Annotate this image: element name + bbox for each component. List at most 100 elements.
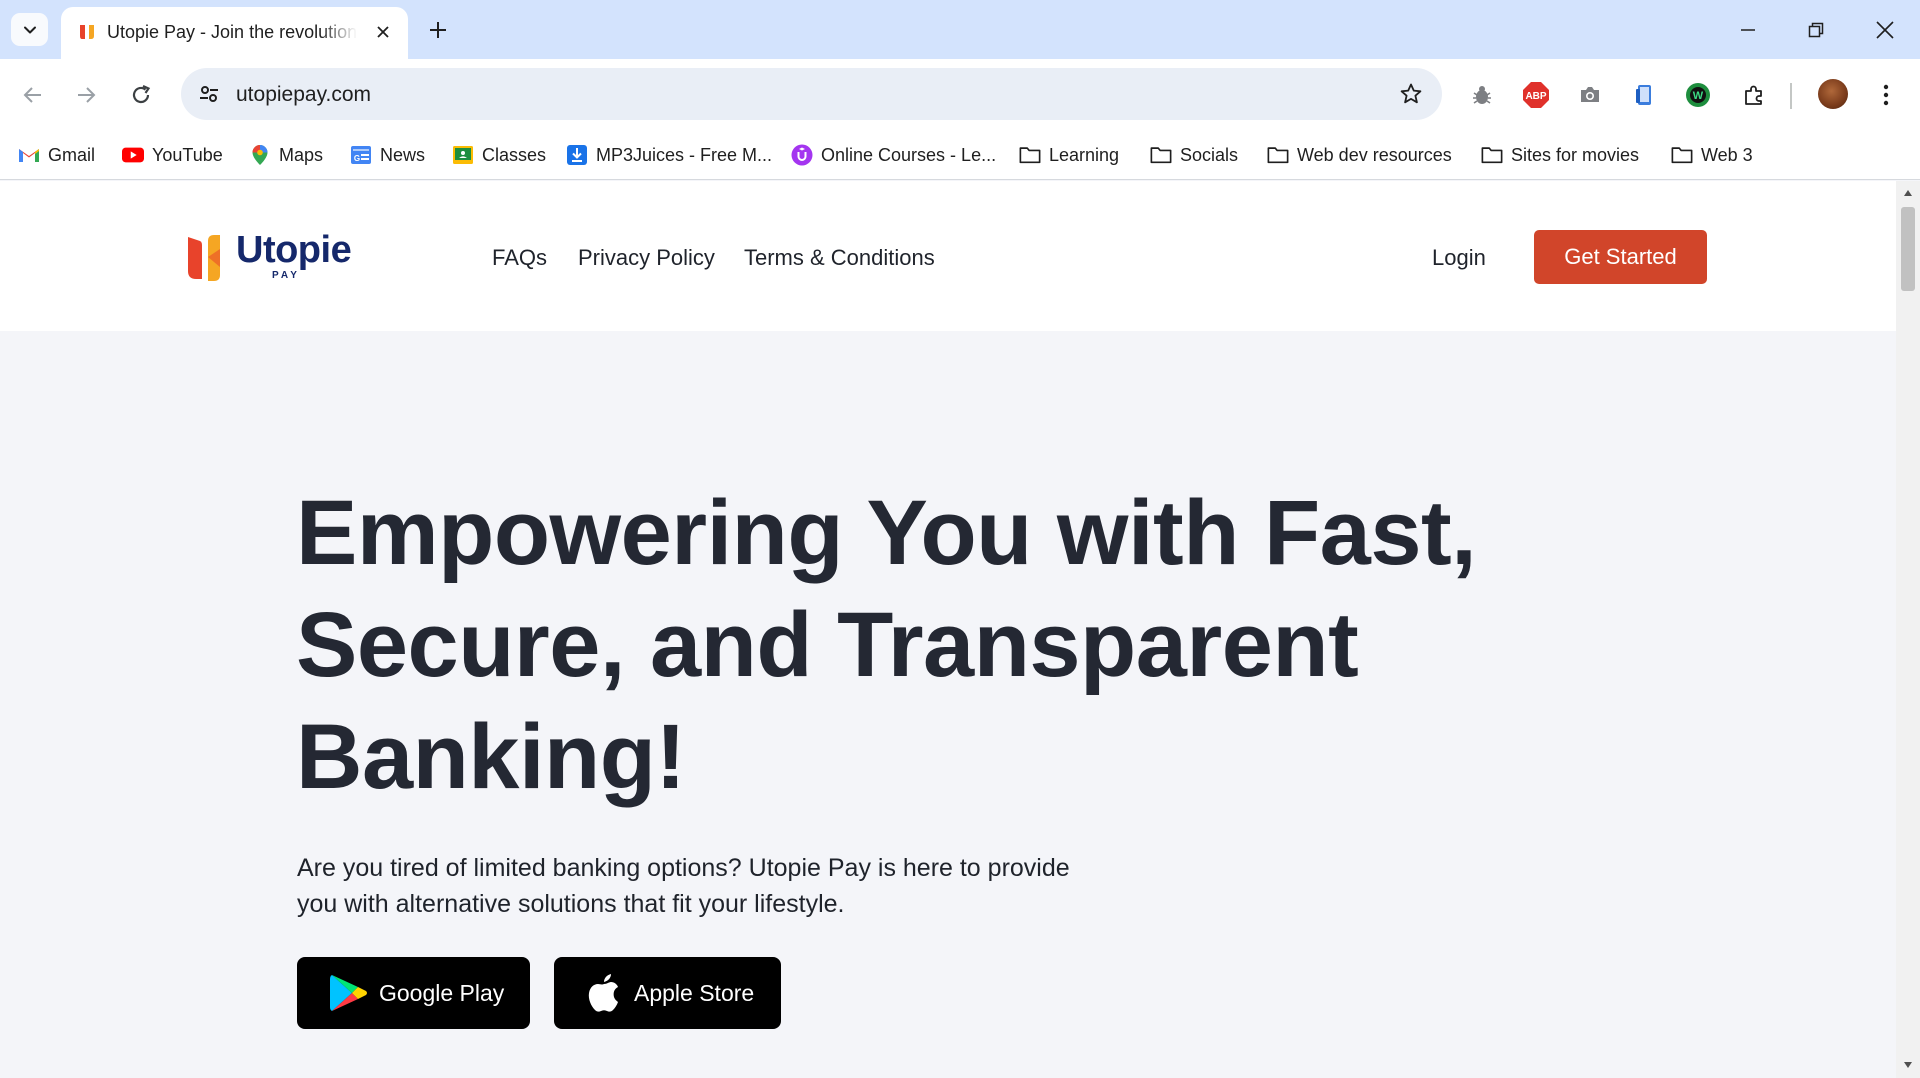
minimize-button[interactable] <box>1728 10 1768 50</box>
classes-icon <box>452 144 474 166</box>
bookmark-gmail[interactable]: Gmail <box>18 140 95 170</box>
bookmark-label: Learning <box>1049 144 1120 165</box>
tab-title: Utopie Pay - Join the revolution <box>107 22 357 42</box>
bookmark-label: MP3Juices - Free M... <box>596 144 773 165</box>
restore-icon <box>1808 22 1824 38</box>
back-button[interactable] <box>13 75 53 115</box>
bookmark-label: Online Courses - Le... <box>821 144 997 165</box>
nav-terms-conditions[interactable]: Terms & Conditions <box>744 245 935 271</box>
close-icon <box>1876 21 1894 39</box>
bookmark-classes[interactable]: Classes <box>452 140 546 170</box>
profile-avatar[interactable] <box>1818 79 1848 109</box>
udemy-icon <box>791 144 813 166</box>
bookmark-label: Sites for movies <box>1511 144 1640 165</box>
site-logo[interactable]: Utopie PAY <box>186 229 356 285</box>
new-tab-button[interactable] <box>424 16 452 44</box>
ext-phone[interactable] <box>1626 77 1662 113</box>
more-vert-icon <box>1883 84 1889 106</box>
plus-icon <box>430 22 446 38</box>
scrollbar-thumb[interactable] <box>1901 207 1915 291</box>
apple-store-button[interactable]: Apple Store <box>554 957 781 1029</box>
arrow-right-icon <box>78 87 96 103</box>
nav-privacy-policy[interactable]: Privacy Policy <box>578 245 715 271</box>
ext-wordtune[interactable]: W <box>1680 77 1716 113</box>
tab-search-button[interactable] <box>11 13 48 46</box>
reload-button[interactable] <box>121 75 161 115</box>
tune-icon <box>200 86 218 102</box>
bookmark-label: Gmail <box>48 144 96 165</box>
bookmark-youtube[interactable]: YouTube <box>122 140 223 170</box>
tab-close-button[interactable] <box>371 20 395 44</box>
browser-menu-button[interactable] <box>1868 77 1904 113</box>
window-close-button[interactable] <box>1865 10 1905 50</box>
close-icon <box>377 26 389 38</box>
bookmark-star-button[interactable] <box>1397 80 1425 108</box>
web-page: Utopie PAY FAQs Privacy Policy Terms & C… <box>0 181 1896 1078</box>
brand-name: Utopie <box>236 229 352 271</box>
brand-sub: PAY <box>272 270 300 281</box>
svg-text:G: G <box>354 154 360 163</box>
apple-store-label: Apple Store <box>634 979 755 1006</box>
bookmark-news[interactable]: G News <box>350 140 425 170</box>
bookmark-maps[interactable]: Maps <box>249 140 323 170</box>
youtube-icon <box>122 144 144 166</box>
bookmark-folder-web3[interactable]: Web 3 <box>1671 140 1753 170</box>
tab-strip: Utopie Pay - Join the revolution <box>0 0 1920 59</box>
phone-icon <box>1636 85 1651 105</box>
apple-icon <box>584 973 624 1013</box>
extensions-button[interactable] <box>1736 77 1772 113</box>
google-play-label: Google Play <box>379 979 505 1006</box>
restore-button[interactable] <box>1796 10 1836 50</box>
scroll-down-button[interactable] <box>1902 1059 1914 1071</box>
bookmark-label: News <box>380 144 426 165</box>
folder-icon <box>1019 144 1041 166</box>
page-scrollbar[interactable] <box>1896 181 1920 1078</box>
site-header: Utopie PAY FAQs Privacy Policy Terms & C… <box>0 181 1896 331</box>
puzzle-icon <box>1745 85 1762 105</box>
scroll-up-button[interactable] <box>1902 187 1914 199</box>
wordtune-icon: W <box>1686 83 1710 107</box>
bookmark-folder-movies[interactable]: Sites for movies <box>1481 140 1639 170</box>
bookmark-folder-web-dev[interactable]: Web dev resources <box>1267 140 1452 170</box>
maps-icon <box>249 144 271 166</box>
bookmark-label: Maps <box>279 144 324 165</box>
download-icon <box>566 144 588 166</box>
arrow-left-icon <box>23 87 41 103</box>
hero-title: Empowering You with Fast, Secure, and Tr… <box>296 482 1477 808</box>
browser-tab[interactable]: Utopie Pay - Join the revolution <box>61 7 408 59</box>
forward-button[interactable] <box>66 75 106 115</box>
login-link[interactable]: Login <box>1432 245 1486 271</box>
bookmark-mp3juices[interactable]: MP3Juices - Free M... <box>566 140 772 170</box>
triangle-up-icon <box>1904 190 1912 196</box>
url-text[interactable]: utopiepay.com <box>236 83 371 107</box>
minimize-icon <box>1741 29 1755 31</box>
camera-icon <box>1581 87 1599 102</box>
hero-subtitle: Are you tired of limited banking options… <box>297 854 1070 918</box>
bookmark-online-courses[interactable]: Online Courses - Le... <box>791 140 996 170</box>
bookmark-folder-learning[interactable]: Learning <box>1019 140 1119 170</box>
utopie-favicon-icon <box>80 25 94 39</box>
browser-toolbar: utopiepay.com ABP W <box>0 59 1920 131</box>
bookmark-label: Socials <box>1180 144 1239 165</box>
bookmark-folder-socials[interactable]: Socials <box>1150 140 1238 170</box>
address-bar[interactable]: utopiepay.com <box>181 68 1442 120</box>
google-play-icon <box>329 973 369 1013</box>
bookmark-label: YouTube <box>152 144 223 165</box>
bug-icon <box>1473 86 1491 104</box>
chevron-down-icon <box>23 26 36 33</box>
get-started-button[interactable]: Get Started <box>1534 230 1707 284</box>
site-info-button[interactable] <box>191 76 227 112</box>
folder-icon <box>1267 144 1289 166</box>
bookmark-label: Web 3 <box>1701 144 1753 165</box>
bookmark-label: Web dev resources <box>1297 144 1452 165</box>
triangle-down-icon <box>1904 1062 1912 1068</box>
ext-camera[interactable] <box>1572 77 1608 113</box>
google-play-button[interactable]: Google Play <box>297 957 530 1029</box>
ext-bug[interactable] <box>1464 77 1500 113</box>
news-icon: G <box>350 144 372 166</box>
nav-faqs[interactable]: FAQs <box>492 245 547 271</box>
gmail-icon <box>18 144 40 166</box>
ext-adblock[interactable]: ABP <box>1518 77 1554 113</box>
reload-icon <box>132 84 151 104</box>
svg-text:W: W <box>1693 90 1704 102</box>
